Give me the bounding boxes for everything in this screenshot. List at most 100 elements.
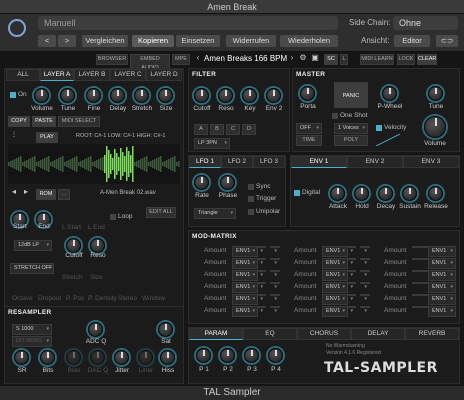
mod-source-select[interactable]: ENV1 xyxy=(428,306,456,317)
liner-knob[interactable] xyxy=(138,350,153,365)
edit-all-button[interactable]: EDIT ALL xyxy=(146,207,176,218)
panic-button[interactable]: PANIC xyxy=(334,82,368,108)
size-knob[interactable] xyxy=(158,88,173,103)
volume-knob[interactable] xyxy=(34,88,49,103)
sustain-knob[interactable] xyxy=(402,186,417,201)
release-knob[interactable] xyxy=(428,186,443,201)
tab-all[interactable]: ALL xyxy=(6,69,40,81)
mod-source-select[interactable]: ENV1 xyxy=(232,282,258,293)
mod-source-select[interactable] xyxy=(360,246,370,256)
mod-source-select[interactable]: ENV1 xyxy=(428,294,456,305)
lfo-phase-knob[interactable] xyxy=(220,175,235,190)
copy-button[interactable]: Kopieren xyxy=(132,35,174,47)
preset-prev-icon[interactable]: ‹ xyxy=(194,52,202,64)
mod-source-select[interactable] xyxy=(270,270,280,280)
sample-menu-icon[interactable]: ⋮ xyxy=(8,129,20,141)
mod-source-select[interactable] xyxy=(360,306,370,316)
bits-knob[interactable] xyxy=(40,350,55,365)
lock-button[interactable]: LOCK xyxy=(397,54,415,65)
loop-checkbox[interactable] xyxy=(110,214,116,220)
mod-source-select[interactable]: ENV1 xyxy=(322,246,348,257)
view-select[interactable]: Editor xyxy=(394,35,430,47)
gear-icon[interactable]: ⚙ xyxy=(298,52,308,64)
prev-preset-button[interactable]: < xyxy=(38,35,56,47)
mod-source-select[interactable]: ENV1 xyxy=(428,246,456,257)
mod-source-select[interactable]: ENV1 xyxy=(322,282,348,293)
power-icon[interactable] xyxy=(8,19,26,37)
tab-layer-c[interactable]: LAYER C xyxy=(110,69,146,81)
clear-button[interactable]: CLEAR xyxy=(417,54,437,65)
tune-knob[interactable] xyxy=(60,88,75,103)
adc-q-knob[interactable] xyxy=(88,322,103,337)
mod-source-select[interactable]: ENV1 xyxy=(232,306,258,317)
layer-copy-button[interactable]: COPY xyxy=(8,116,30,127)
mod-source-select[interactable] xyxy=(360,294,370,304)
velocity-checkbox[interactable] xyxy=(376,125,382,131)
hiss-knob[interactable] xyxy=(160,350,175,365)
mod-source-select[interactable]: ENV1 xyxy=(232,246,258,257)
filter-c-button[interactable]: C xyxy=(226,124,240,135)
time-button[interactable]: TIME xyxy=(296,135,322,146)
hold-knob[interactable] xyxy=(354,186,369,201)
compare-button[interactable]: Vergleichen xyxy=(82,35,128,47)
master-volume-knob[interactable] xyxy=(424,116,446,138)
mod-source-select[interactable] xyxy=(270,258,280,268)
play-button[interactable]: PLAY xyxy=(36,132,58,143)
dac-q-knob[interactable] xyxy=(90,350,105,365)
rom-prev-icon[interactable]: ◂ xyxy=(8,186,20,198)
stretch-knob[interactable] xyxy=(134,88,149,103)
tab-layer-b[interactable]: LAYER B xyxy=(74,69,110,81)
mod-source-select[interactable] xyxy=(360,258,370,268)
pwheel-knob[interactable] xyxy=(382,86,397,101)
mod-source-select[interactable] xyxy=(270,294,280,304)
tab-layer-d[interactable]: LAYER D xyxy=(146,69,182,81)
rom-next-icon[interactable]: ▸ xyxy=(20,186,32,198)
waveform-display[interactable] xyxy=(8,144,180,184)
tab-env3[interactable]: ENV 3 xyxy=(403,156,459,168)
next-preset-button[interactable]: > xyxy=(58,35,76,47)
voices-select[interactable]: 1 Voices xyxy=(334,123,368,134)
lfo-rate-knob[interactable] xyxy=(194,175,209,190)
filter-b-button[interactable]: B xyxy=(210,124,224,135)
sr-knob[interactable] xyxy=(14,350,29,365)
mpe-button[interactable]: MPE xyxy=(172,54,190,65)
filter-a-button[interactable]: A xyxy=(194,124,208,135)
p3-knob[interactable] xyxy=(244,348,259,363)
lfo-unipolar-checkbox[interactable] xyxy=(248,209,254,215)
one-shot-checkbox[interactable] xyxy=(332,113,338,119)
mod-source-select[interactable]: ENV1 xyxy=(428,258,456,269)
filter-cutoff-knob[interactable] xyxy=(194,88,209,103)
porta-knob[interactable] xyxy=(300,86,315,101)
resampler-mode-select[interactable]: DIT-NDRS xyxy=(12,336,52,347)
browser-button[interactable]: BROWSER xyxy=(96,54,128,65)
jitter-knob[interactable] xyxy=(114,350,129,365)
mod-source-select[interactable] xyxy=(270,246,280,256)
lfo-wave-select[interactable]: Triangle xyxy=(194,208,236,219)
filter-env2-knob[interactable] xyxy=(266,88,281,103)
p1-knob[interactable] xyxy=(196,348,211,363)
delay-knob[interactable] xyxy=(110,88,125,103)
midi-learn-button[interactable]: MIDI LEARN xyxy=(360,54,394,65)
stretch-mode-select[interactable]: STRETCH OFF xyxy=(10,263,54,274)
mod-source-select[interactable]: ENV1 xyxy=(428,282,456,293)
tab-eq[interactable]: EQ xyxy=(243,328,297,340)
filter-mode-select[interactable]: 12dB LP xyxy=(14,240,52,251)
resampler-rate-select[interactable]: S 1000 xyxy=(12,324,52,335)
tab-lfo2[interactable]: LFO 2 xyxy=(221,156,253,168)
master-tune-knob[interactable] xyxy=(428,86,443,101)
browse-sample-button[interactable]: ... xyxy=(58,189,70,200)
mod-source-select[interactable]: ENV1 xyxy=(232,270,258,281)
porta-mode-select[interactable]: OFF xyxy=(296,123,322,134)
rom-button[interactable]: ROM xyxy=(36,189,56,200)
paste-button[interactable]: Einsetzen xyxy=(176,35,220,47)
mod-source-select[interactable]: ENV1 xyxy=(322,258,348,269)
env-digital-checkbox[interactable] xyxy=(294,190,300,196)
tab-env2[interactable]: ENV 2 xyxy=(347,156,403,168)
decay-knob[interactable] xyxy=(378,186,393,201)
poly-button[interactable]: POLY xyxy=(334,135,368,146)
tab-param[interactable]: PARAM xyxy=(189,328,243,340)
layer-paste-button[interactable]: PASTE xyxy=(32,116,56,127)
sidechain-select[interactable]: Ohne xyxy=(393,16,458,30)
preset-next-icon[interactable]: › xyxy=(288,52,296,64)
mod-source-select[interactable] xyxy=(270,282,280,292)
